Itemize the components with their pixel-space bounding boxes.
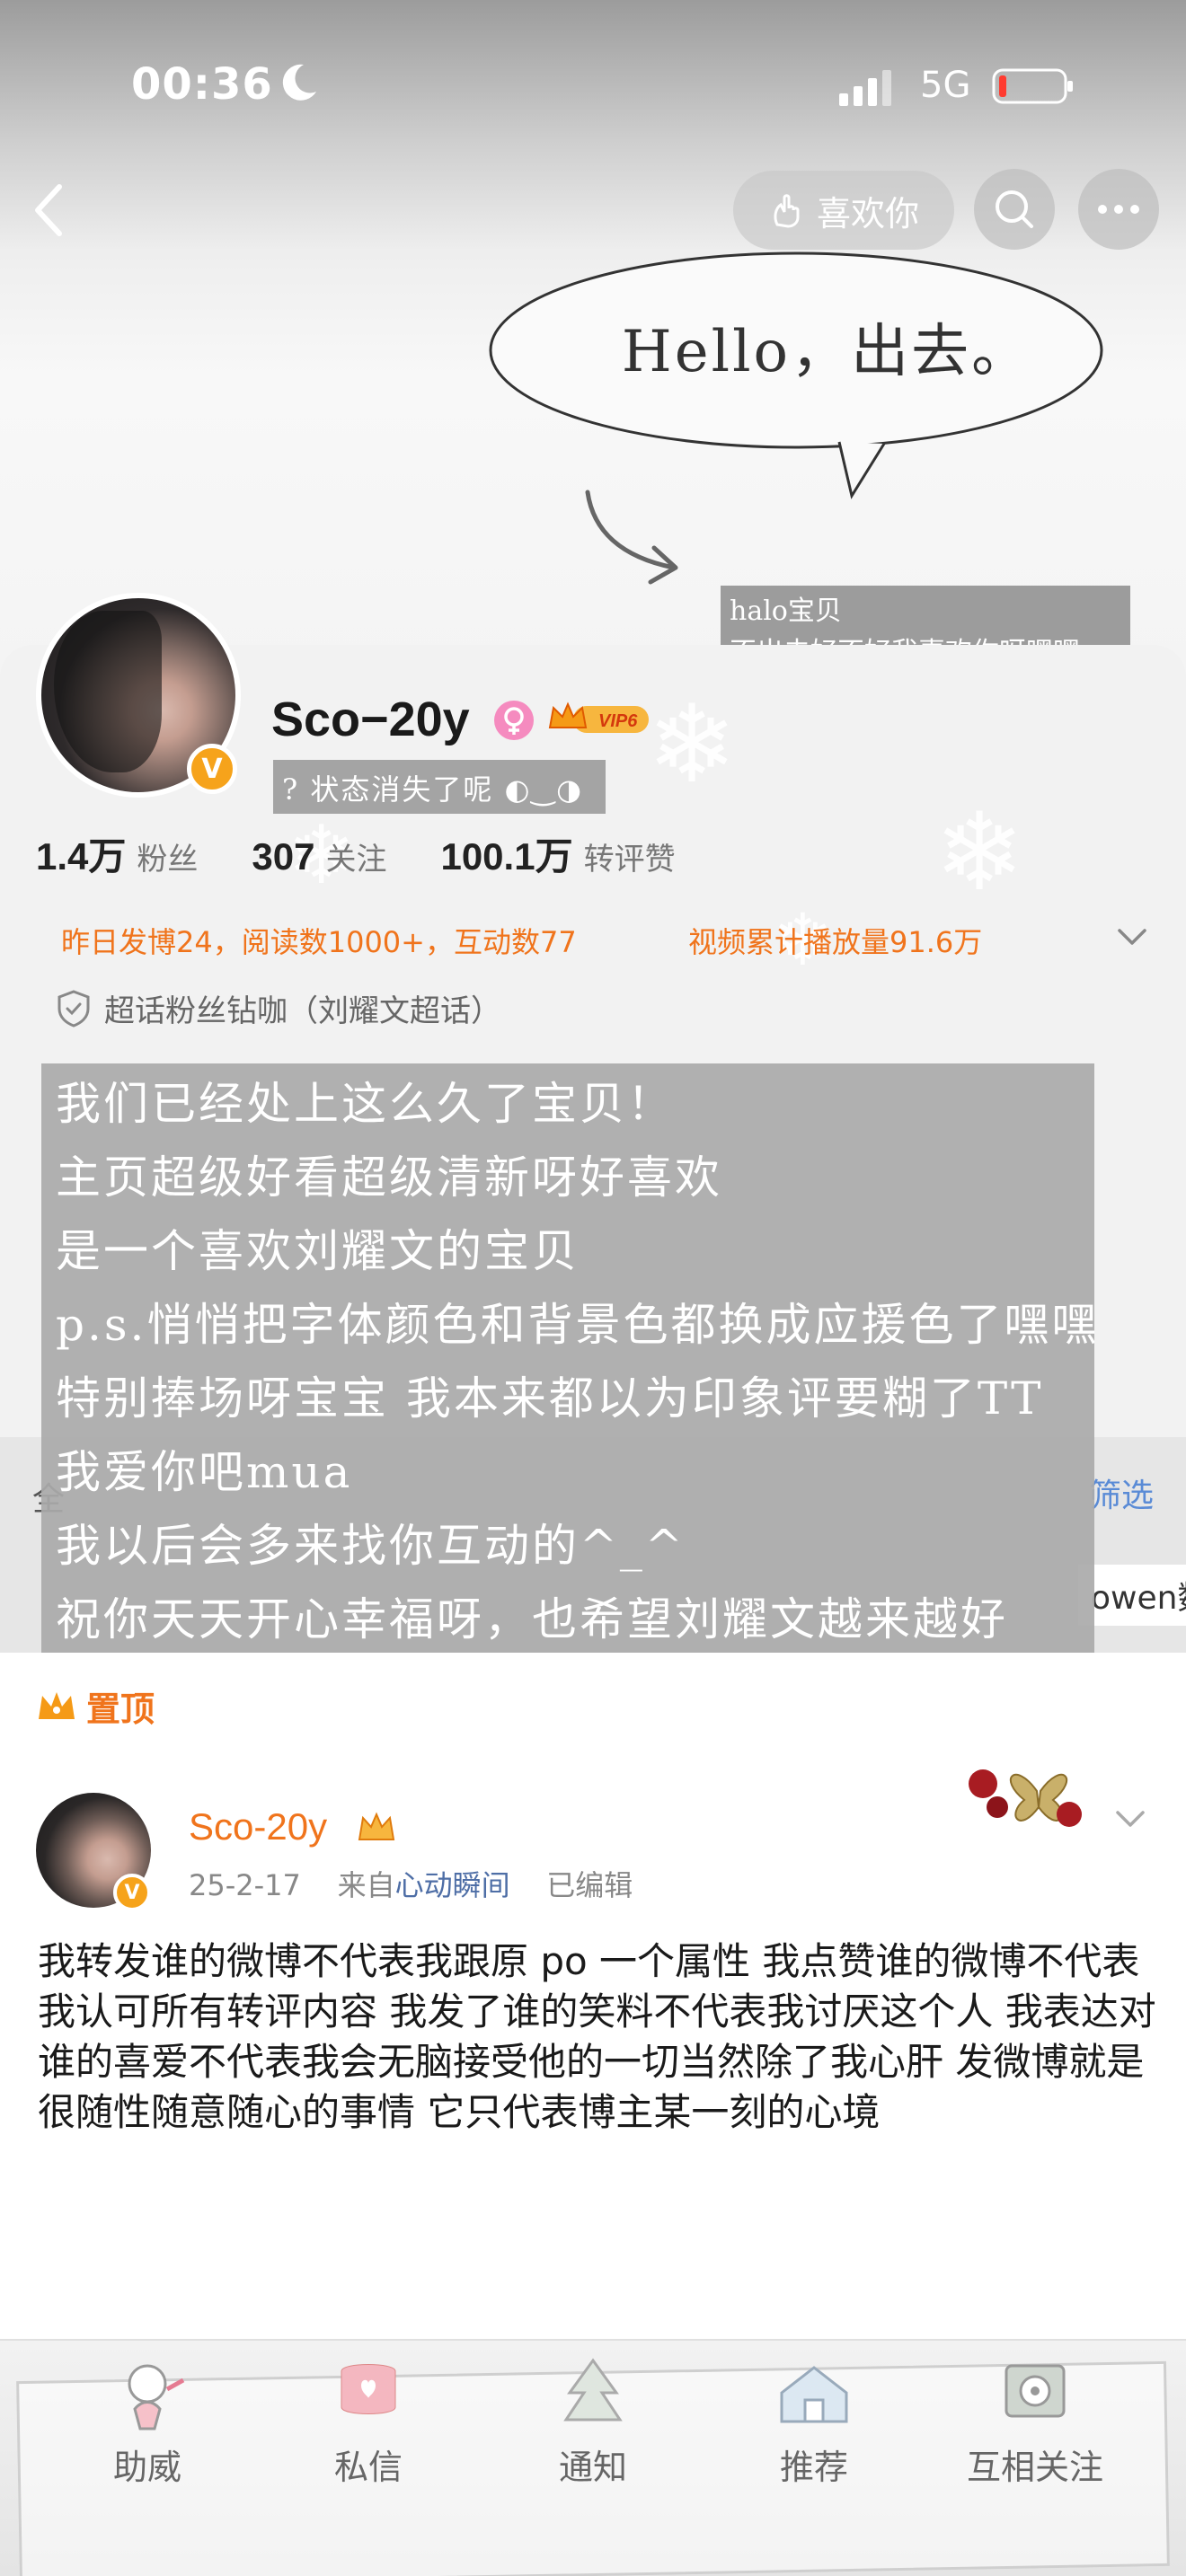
- svg-text:VIP6: VIP6: [598, 711, 638, 731]
- comment-line: 我爱你吧mua: [56, 1446, 353, 1498]
- chevron-down-icon[interactable]: [1111, 1802, 1150, 1838]
- like-you-button[interactable]: 喜欢你: [733, 171, 954, 250]
- search-button[interactable]: [974, 169, 1055, 250]
- partial-tag[interactable]: owen数: [1078, 1565, 1186, 1626]
- like-you-label: 喜欢你: [816, 193, 919, 234]
- profile-stats: 1.4万 粉丝 307 关注 100.1万 转评赞: [36, 826, 730, 881]
- comment-line: 我以后会多来找你互动的^_^: [56, 1520, 686, 1572]
- vip-badge-icon[interactable]: VIP6: [546, 699, 651, 738]
- pinned-text: 置顶: [86, 1689, 155, 1729]
- followers-count[interactable]: 1.4万: [36, 826, 126, 881]
- tab-notifications[interactable]: 通知: [503, 2353, 683, 2489]
- butterfly-rose-decoration-icon: [969, 1769, 1082, 1827]
- post-source[interactable]: 心动瞬间: [395, 1868, 510, 1902]
- post-source-prefix: 来自: [337, 1868, 395, 1902]
- status-time: 00:36: [131, 59, 273, 110]
- tab-recommend-label: 推荐: [779, 2448, 848, 2487]
- comment-line: 我们已经处上这么久了宝贝！: [56, 1078, 675, 1130]
- handwritten-comment-overlay: 我们已经处上这么久了宝贝！ 主页超级好看超级清新呀好喜欢 是一个喜欢刘耀文的宝贝…: [41, 1063, 1094, 1653]
- filter-link[interactable]: 筛选: [1089, 1469, 1154, 1516]
- recommend-icon: [780, 2366, 848, 2423]
- profile-username: Sco−20y: [271, 693, 470, 746]
- likes-label[interactable]: 转评赞: [584, 834, 676, 878]
- battery-icon: [992, 68, 1073, 104]
- crown-badge-icon: [358, 1812, 395, 1840]
- post-date: 25-2-17: [189, 1868, 301, 1902]
- back-icon[interactable]: [23, 178, 74, 243]
- followers-label[interactable]: 粉丝: [137, 834, 198, 878]
- notification-icon: [563, 2358, 623, 2422]
- following-count[interactable]: 307: [252, 835, 314, 878]
- following-label[interactable]: 关注: [325, 834, 386, 878]
- tab-mutual-follow[interactable]: 互相关注: [945, 2353, 1125, 2489]
- activity-summary[interactable]: 昨日发博24，阅读数1000+，互动数77: [61, 920, 577, 961]
- super-topic-row[interactable]: 超话粉丝钻咖（刘耀文超话）: [56, 986, 501, 1030]
- network-label: 5G: [920, 65, 971, 106]
- banner-note-line1: halo宝贝: [730, 595, 842, 627]
- tab-notifications-label: 通知: [558, 2448, 627, 2487]
- hand-heart-icon: [774, 194, 800, 228]
- post-meta: 25-2-17 来自心动瞬间 已编辑: [189, 1863, 633, 1904]
- pinned-label: 置顶: [36, 1681, 155, 1731]
- verified-badge-icon: V: [187, 744, 237, 794]
- tab-recommend[interactable]: 推荐: [724, 2353, 904, 2489]
- message-icon: [341, 2364, 396, 2414]
- signal-icon: [839, 70, 891, 106]
- female-gender-icon: [494, 701, 534, 740]
- comment-line: 主页超级好看超级清新呀好喜欢: [56, 1151, 722, 1204]
- tab-messages[interactable]: 私信: [279, 2353, 458, 2489]
- more-dots-icon: [1098, 205, 1139, 214]
- moon-icon: [282, 64, 316, 101]
- comment-line: 祝你天天开心幸福呀，也希望刘耀文越来越好: [56, 1593, 1008, 1645]
- snowflake-icon: ❄: [647, 683, 738, 807]
- verified-badge-icon: V: [113, 1874, 151, 1911]
- super-topic-label: 超话粉丝钻咖（刘耀文超话）: [104, 993, 501, 1029]
- mutual-follow-icon: [1005, 2364, 1066, 2418]
- tab-cheer-label: 助威: [112, 2448, 181, 2487]
- arrow-icon: [585, 490, 678, 585]
- tab-cheer[interactable]: 助威: [58, 2353, 237, 2489]
- chevron-down-icon[interactable]: [1112, 920, 1152, 956]
- shield-check-icon: [58, 989, 90, 1028]
- tab-mutual-follow-label: 互相关注: [966, 2448, 1103, 2487]
- post-author-name[interactable]: Sco-20y: [189, 1805, 327, 1848]
- snowflake-icon: ❄: [934, 790, 1025, 915]
- likes-count[interactable]: 100.1万: [440, 826, 572, 881]
- post-edited: 已编辑: [546, 1868, 633, 1902]
- video-plays-summary[interactable]: 视频累计播放量91.6万: [688, 920, 982, 961]
- post-body: 我转发谁的微博不代表我跟原 po 一个属性 我点赞谁的微博不代表我认可所有转评内…: [38, 1939, 1156, 2134]
- search-icon: [996, 190, 1033, 228]
- tab-messages-label: 私信: [333, 2448, 403, 2487]
- bubble-text: Hello，出去。: [621, 319, 1032, 385]
- more-button[interactable]: [1078, 169, 1159, 250]
- crown-icon: [39, 1691, 75, 1719]
- comment-line: 是一个喜欢刘耀文的宝贝: [56, 1225, 580, 1277]
- cheer-icon: [128, 2364, 185, 2430]
- comment-line: p.s.悄悄把字体颜色和背景色都换成应援色了嘿嘿: [56, 1299, 1094, 1351]
- comment-line: 特别捧场呀宝宝 我本来都以为印象评要糊了TT: [56, 1372, 1044, 1425]
- status-tag[interactable]: ? 状态消失了呢 ◐‿◑: [273, 760, 606, 814]
